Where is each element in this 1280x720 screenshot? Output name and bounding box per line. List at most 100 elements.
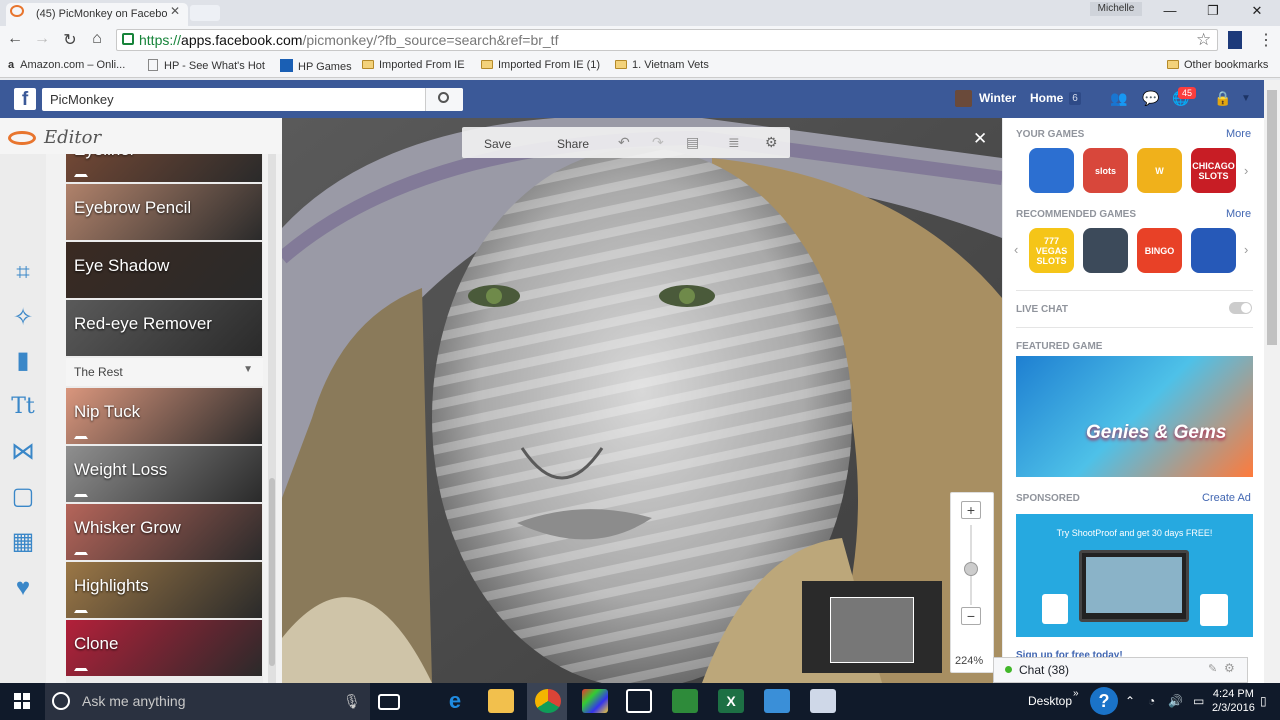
featured-game-banner[interactable]: Genies & Gems — [1016, 356, 1253, 477]
browser-tab[interactable]: (45) PicMonkey on Facebo — [6, 3, 188, 26]
profile-button[interactable]: Michelle — [1090, 2, 1142, 16]
desktop-toolbar-label[interactable]: Desktop — [1028, 694, 1072, 708]
panel-scroll-thumb[interactable] — [269, 478, 275, 666]
game-tile[interactable]: 777 VEGAS SLOTS — [1029, 228, 1074, 273]
zoom-slider-handle[interactable] — [964, 562, 978, 576]
file-explorer-icon[interactable] — [488, 689, 514, 713]
create-ad-link[interactable]: Create Ad — [1202, 492, 1251, 504]
effect-eyeliner[interactable]: Eyeliner — [66, 154, 262, 182]
restore-icon[interactable]: ❐ — [1203, 3, 1223, 19]
compose-icon[interactable]: ✎ — [1208, 662, 1217, 675]
menu-icon[interactable]: ⋮ — [1258, 30, 1274, 50]
bookmark-hp-hot[interactable]: HP - See What's Hot — [148, 59, 265, 72]
zoom-out-button[interactable]: − — [961, 607, 981, 625]
recommended-more-link[interactable]: More — [1226, 208, 1251, 220]
close-editor-icon[interactable]: ✕ — [973, 129, 987, 149]
bookmark-folder-ie-1[interactable]: Imported From IE (1) — [481, 59, 600, 71]
save-button[interactable]: Save — [484, 137, 511, 151]
home-link[interactable]: Home — [1030, 91, 1063, 105]
ad-signup-link[interactable]: Sign up for free today! — [1016, 650, 1123, 657]
taskbar-clock[interactable]: 4:24 PM 2/3/2016 — [1212, 687, 1255, 715]
facebook-logo-icon[interactable]: f — [14, 88, 36, 110]
reload-icon[interactable]: ↻ — [61, 30, 79, 50]
game-tile[interactable] — [1191, 228, 1236, 273]
zoom-in-button[interactable]: + — [961, 501, 981, 519]
bookmark-hp-games[interactable]: HP Games — [280, 59, 352, 73]
microphone-icon[interactable]: 🎙 — [343, 693, 361, 710]
tray-expand-icon[interactable]: ⌃ — [1125, 694, 1135, 708]
game-tile[interactable]: CHICAGO SLOTS — [1191, 148, 1236, 193]
sponsored-ad[interactable]: Try ShootProof and get 30 days FREE! — [1016, 514, 1253, 637]
back-icon[interactable]: ← — [6, 30, 24, 48]
bookmark-folder-ie[interactable]: Imported From IE — [362, 59, 465, 71]
volume-icon[interactable]: 🔊 — [1168, 694, 1183, 708]
new-tab-button[interactable] — [190, 5, 220, 21]
toolbar-expand-icon[interactable]: » — [1073, 688, 1079, 699]
chevron-right-icon[interactable]: › — [1244, 163, 1248, 178]
effect-eyebrow-pencil[interactable]: Eyebrow Pencil — [66, 184, 262, 240]
friend-requests-icon[interactable]: 👥 — [1110, 90, 1132, 108]
live-chat-toggle[interactable] — [1229, 302, 1252, 314]
bookmark-other[interactable]: Other bookmarks — [1167, 59, 1268, 71]
texture-icon[interactable]: ▦ — [8, 527, 38, 557]
minimize-icon[interactable]: — — [1160, 3, 1180, 18]
edge-icon[interactable]: e — [442, 689, 468, 713]
undo-icon[interactable]: ↶ — [618, 134, 630, 151]
effect-red-eye-remover[interactable]: Red-eye Remover — [66, 300, 262, 356]
extension-icon[interactable] — [1228, 31, 1242, 49]
profile-link[interactable]: Winter — [979, 91, 1016, 105]
action-center-icon[interactable]: ▭ — [1193, 694, 1204, 708]
store-icon[interactable] — [626, 689, 652, 713]
chat-settings-gear-icon[interactable]: ⚙ — [1224, 661, 1235, 675]
page-scroll-thumb[interactable] — [1267, 90, 1277, 345]
effect-weight-loss[interactable]: Weight Loss — [66, 446, 262, 502]
game-tile[interactable] — [1029, 148, 1074, 193]
text-icon[interactable]: Tt — [8, 392, 38, 422]
navigator-minimap[interactable] — [802, 581, 942, 673]
game-tile[interactable]: BINGO — [1137, 228, 1182, 273]
settings-gear-icon[interactable]: ⚙ — [765, 134, 778, 151]
heart-icon[interactable]: ♥ — [8, 573, 38, 603]
notifications-tray-icon[interactable]: ▯ — [1260, 694, 1267, 708]
bookmark-amazon[interactable]: a Amazon.com – Onli... — [8, 59, 125, 71]
app-icon[interactable] — [672, 689, 698, 713]
bookmark-folder-vets[interactable]: 1. Vietnam Vets — [615, 59, 709, 71]
your-games-more-link[interactable]: More — [1226, 128, 1251, 140]
tab-close-icon[interactable]: ✕ — [170, 4, 180, 18]
home-icon[interactable]: ⌂ — [88, 30, 106, 48]
help-icon[interactable]: ? — [1090, 687, 1118, 715]
network-icon[interactable]: ◔ — [1148, 694, 1155, 708]
facebook-search-input[interactable]: PicMonkey — [42, 88, 463, 111]
compare-icon[interactable]: ▤ — [686, 134, 699, 151]
game-tile[interactable]: slots — [1083, 148, 1128, 193]
task-view-icon[interactable] — [378, 694, 400, 710]
game-tile[interactable]: W — [1137, 148, 1182, 193]
layers-icon[interactable]: ≣ — [728, 134, 740, 151]
section-the-rest[interactable]: The Rest ▼ — [66, 358, 263, 386]
magic-wand-icon[interactable]: ✧ — [8, 303, 38, 333]
redo-icon[interactable]: ↷ — [652, 134, 664, 151]
effect-eye-shadow[interactable]: Eye Shadow — [66, 242, 262, 298]
address-bar[interactable]: https://apps.facebook.com/picmonkey/?fb_… — [116, 29, 1218, 51]
chrome-icon[interactable] — [535, 689, 561, 713]
effect-highlights[interactable]: Highlights — [66, 562, 262, 618]
bookmark-star-icon[interactable]: ☆ — [1196, 30, 1211, 50]
close-window-icon[interactable]: ✕ — [1247, 3, 1267, 19]
chevron-right-icon[interactable]: › — [1244, 242, 1248, 257]
minimap-viewport[interactable] — [830, 597, 914, 663]
computer-icon[interactable] — [764, 689, 790, 713]
effect-whisker-grow[interactable]: Whisker Grow — [66, 504, 262, 560]
privacy-shortcuts-icon[interactable]: 🔒 — [1214, 90, 1236, 108]
butterfly-icon[interactable]: ⋈ — [8, 437, 38, 467]
forward-icon[interactable]: → — [33, 30, 51, 48]
excel-icon[interactable]: X — [718, 689, 744, 713]
lipstick-icon[interactable]: ▮ — [8, 346, 38, 376]
search-button[interactable] — [425, 88, 463, 111]
frame-icon[interactable]: ▢ — [8, 482, 38, 512]
windows-start-icon[interactable] — [14, 693, 30, 709]
chevron-left-icon[interactable]: ‹ — [1014, 242, 1018, 257]
effect-nip-tuck[interactable]: Nip Tuck — [66, 388, 262, 444]
account-menu-icon[interactable]: ▼ — [1241, 93, 1251, 104]
game-tile[interactable] — [1083, 228, 1128, 273]
photos-app-icon[interactable] — [582, 689, 608, 713]
